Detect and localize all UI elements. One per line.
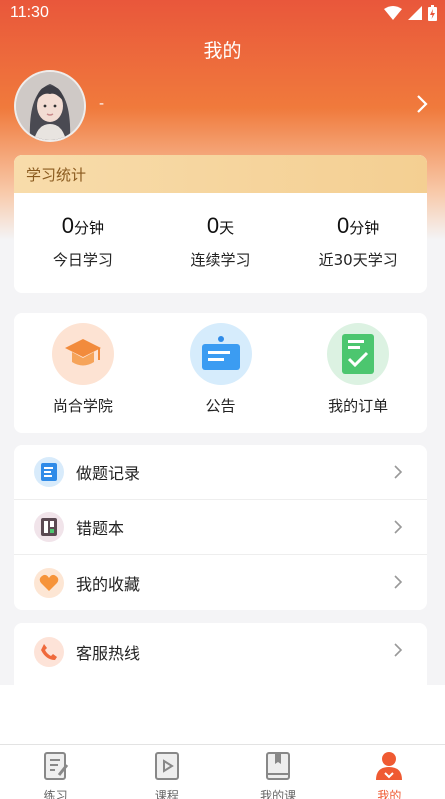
exercise-record-icon xyxy=(34,457,64,487)
book-icon xyxy=(266,752,291,780)
stats-title: 学习统计 xyxy=(14,155,427,193)
stat-value: 0 xyxy=(337,213,350,238)
notice-board-icon xyxy=(189,323,252,385)
menu-item-hotline[interactable]: 客服热线 xyxy=(14,623,427,678)
menu-item-mistake-book[interactable]: 错题本 xyxy=(14,500,427,555)
status-time: 11:30 xyxy=(10,4,49,21)
menu-item-exercise-record[interactable]: 做题记录 xyxy=(14,445,427,500)
stat-label: 今日学习 xyxy=(52,251,113,269)
wifi-icon xyxy=(384,6,402,20)
order-check-icon xyxy=(327,323,390,385)
user-icon xyxy=(376,752,403,780)
nav-tab-course[interactable]: 课程 xyxy=(111,745,222,799)
nav-label: 我的 xyxy=(377,789,402,799)
content-spacer xyxy=(0,685,445,744)
quick-links-card: 尚合学院 公告 我的订单 xyxy=(14,313,427,433)
username: - xyxy=(99,96,105,112)
stat-label: 近30天学习 xyxy=(318,251,398,269)
menu-item-label: 错题本 xyxy=(76,519,125,538)
menu-item-label: 客服热线 xyxy=(76,643,141,663)
menu-group-service: 客服热线 xyxy=(14,623,427,685)
quick-link-label: 我的订单 xyxy=(328,397,389,415)
chevron-right-icon[interactable] xyxy=(416,94,428,114)
menu-item-label: 我的收藏 xyxy=(76,574,141,594)
status-bar: 11:30 xyxy=(0,0,445,28)
stat-30days: 0分钟 近30天学习 xyxy=(289,193,427,293)
menu-item-label: 做题记录 xyxy=(76,464,141,483)
stat-unit: 分钟 xyxy=(349,219,380,237)
stat-streak: 0天 连续学习 xyxy=(152,193,290,293)
nav-tab-my-course[interactable]: 我的课 xyxy=(223,745,334,799)
profile-row[interactable]: - xyxy=(14,70,432,144)
chevron-right-icon xyxy=(394,465,403,479)
page-title: 我的 xyxy=(203,40,242,62)
battery-icon xyxy=(428,5,437,21)
menu-item-favorites[interactable]: 我的收藏 xyxy=(14,555,427,610)
stat-today: 0分钟 今日学习 xyxy=(14,193,152,293)
status-icons xyxy=(384,5,437,21)
practice-icon xyxy=(43,752,68,780)
phone-icon xyxy=(34,636,64,667)
nav-tab-mine[interactable]: 我的 xyxy=(334,745,445,799)
heart-icon xyxy=(34,567,64,598)
study-stats-card: 学习统计 0分钟 今日学习 0天 连续学习 0分钟 近30天学习 xyxy=(14,155,427,293)
bottom-nav: 练习 课程 我的课 我的 xyxy=(0,744,445,799)
quick-link-orders[interactable]: 我的订单 xyxy=(289,313,427,433)
graduation-cap-icon xyxy=(51,323,114,385)
signal-icon xyxy=(408,6,422,20)
stat-unit: 分钟 xyxy=(73,219,104,237)
stat-unit: 天 xyxy=(219,219,235,237)
quick-link-label: 公告 xyxy=(205,397,236,415)
nav-label: 练习 xyxy=(43,789,68,799)
stat-value: 0 xyxy=(206,213,220,238)
chevron-right-icon xyxy=(394,520,403,534)
quick-link-label: 尚合学院 xyxy=(52,397,113,415)
nav-label: 课程 xyxy=(154,789,179,799)
video-icon xyxy=(154,752,179,780)
nav-tab-practice[interactable]: 练习 xyxy=(0,745,111,799)
chevron-right-icon xyxy=(394,575,403,589)
chevron-right-icon xyxy=(394,643,403,657)
menu-group-study: 做题记录 错题本 我的收藏 xyxy=(14,445,427,610)
stat-label: 连续学习 xyxy=(190,251,251,269)
stat-value: 0 xyxy=(61,213,74,238)
quick-link-notice[interactable]: 公告 xyxy=(152,313,290,433)
avatar[interactable] xyxy=(14,70,86,142)
mistake-book-icon xyxy=(34,512,64,542)
quick-link-academy[interactable]: 尚合学院 xyxy=(14,313,152,433)
nav-label: 我的课 xyxy=(260,789,297,799)
